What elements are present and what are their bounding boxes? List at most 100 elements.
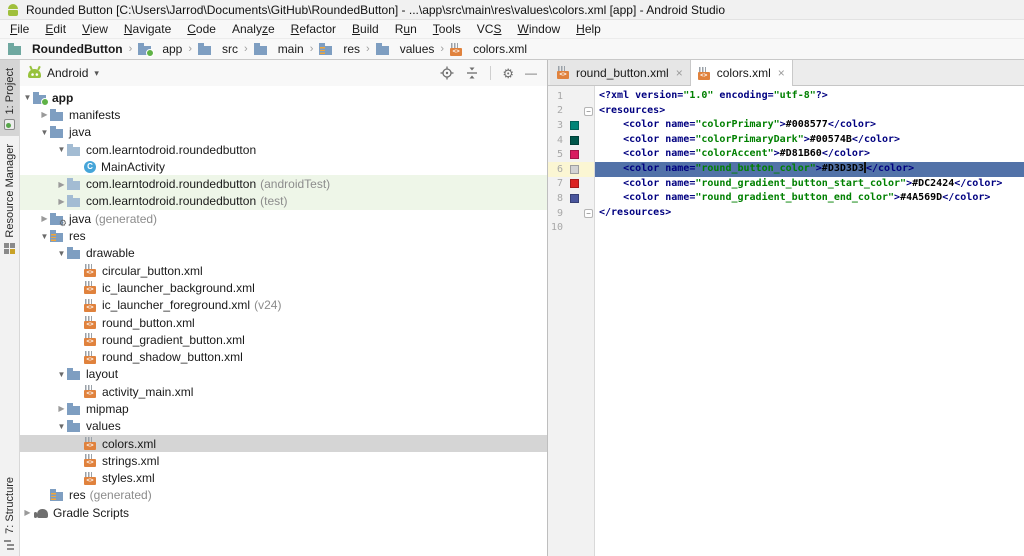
breadcrumb-item-res[interactable]: res <box>319 42 360 56</box>
code-line-10[interactable] <box>599 220 1024 235</box>
generated-folder-icon <box>50 213 64 225</box>
menu-item-view[interactable]: View <box>74 22 116 36</box>
tree-row-com-learntodroid-roundedbutton[interactable]: ▼com.learntodroid.roundedbutton <box>20 141 547 158</box>
editor-tab-round-button-xml[interactable]: round_button.xml× <box>550 60 691 85</box>
stripe-tab-resource-manager[interactable]: Resource Manager <box>0 136 19 260</box>
tree-toggle-icon[interactable]: ▼ <box>22 93 33 102</box>
package-icon <box>67 144 81 156</box>
breadcrumb-label: app <box>162 42 182 56</box>
chevron-down-icon[interactable]: ▾ <box>94 68 99 79</box>
tree-toggle-icon[interactable]: ▶ <box>56 404 67 413</box>
tree-toggle-icon[interactable]: ▶ <box>56 180 67 189</box>
tree-row-ic-launcher-background-xml[interactable]: ic_launcher_background.xml <box>20 279 547 296</box>
tree-row-java[interactable]: ▼ java <box>20 124 547 141</box>
tree-toggle-icon[interactable]: ▼ <box>56 145 67 154</box>
close-icon[interactable]: × <box>778 67 785 79</box>
tree-row-manifests[interactable]: ▶manifests <box>20 106 547 123</box>
fold-marker-icon[interactable]: − <box>584 107 593 116</box>
code-line-3[interactable]: <color name="colorPrimary">#008577</colo… <box>599 118 1024 133</box>
menu-item-vcs[interactable]: VCS <box>469 22 510 36</box>
tree-toggle-icon[interactable]: ▼ <box>39 128 50 137</box>
menu-item-help[interactable]: Help <box>568 22 609 36</box>
menu-item-file[interactable]: File <box>2 22 37 36</box>
tree-row-app[interactable]: ▼app <box>20 89 547 106</box>
breadcrumb-item-src[interactable]: src <box>198 42 238 56</box>
package-icon <box>67 195 81 207</box>
tree-toggle-icon[interactable]: ▼ <box>56 370 67 379</box>
tree-toggle-icon[interactable]: ▼ <box>56 249 67 258</box>
code-line-6[interactable]: <color name="round_button_color">#D3D3D3… <box>595 162 1024 177</box>
stripe-tab-1-project[interactable]: 1: Project <box>0 60 19 136</box>
editor-tab-colors-xml[interactable]: colors.xml× <box>691 60 793 86</box>
tree-item-label: java <box>69 125 91 139</box>
menu-item-refactor[interactable]: Refactor <box>283 22 344 36</box>
hide-panel-icon[interactable]: — <box>525 67 537 80</box>
code-line-2[interactable]: <resources> <box>599 104 1024 119</box>
code-line-8[interactable]: <color name="round_gradient_button_end_c… <box>599 191 1024 206</box>
color-swatch[interactable] <box>570 194 579 203</box>
tree-row-activity-main-xml[interactable]: activity_main.xml <box>20 383 547 400</box>
tree-row-circular-button-xml[interactable]: circular_button.xml <box>20 262 547 279</box>
code-line-5[interactable]: <color name="colorAccent">#D81B60</color… <box>599 147 1024 162</box>
breadcrumb-item-colors-xml[interactable]: colors.xml <box>450 42 527 56</box>
tree-row-res[interactable]: ▼res <box>20 227 547 244</box>
locate-icon[interactable] <box>440 66 454 80</box>
line-number: 9 <box>548 208 563 219</box>
tree-row-com-learntodroid-roundedbutton-androidtest[interactable]: ▶com.learntodroid.roundedbutton(androidT… <box>20 175 547 192</box>
tree-row-res-generated[interactable]: res(generated) <box>20 487 547 504</box>
tree-row-round-button-xml[interactable]: round_button.xml <box>20 314 547 331</box>
menu-item-tools[interactable]: Tools <box>425 22 469 36</box>
tree-row-round-shadow-button-xml[interactable]: round_shadow_button.xml <box>20 348 547 365</box>
menu-item-navigate[interactable]: Navigate <box>116 22 179 36</box>
tree-row-drawable[interactable]: ▼ drawable <box>20 245 547 262</box>
tree-row-gradle-scripts[interactable]: ▶Gradle Scripts <box>20 504 547 521</box>
color-swatch[interactable] <box>570 150 579 159</box>
tree-row-layout[interactable]: ▼layout <box>20 366 547 383</box>
tree-toggle-icon[interactable]: ▼ <box>56 422 67 431</box>
code-line-9[interactable]: </resources> <box>599 206 1024 221</box>
fold-marker-icon[interactable]: − <box>584 209 593 218</box>
tree-row-round-gradient-button-xml[interactable]: round_gradient_button.xml <box>20 331 547 348</box>
stripe-tab-7-structure[interactable]: 7: Structure <box>0 469 19 556</box>
project-view-selector[interactable]: Android <box>47 66 88 80</box>
code-line-1[interactable]: <?xml version="1.0" encoding="utf-8"?> <box>599 89 1024 104</box>
menu-item-run[interactable]: Run <box>387 22 425 36</box>
color-swatch[interactable] <box>570 136 579 145</box>
breadcrumb-item-app[interactable]: app <box>138 42 182 56</box>
breadcrumb-item-main[interactable]: main <box>254 42 304 56</box>
menu-item-window[interactable]: Window <box>509 22 568 36</box>
close-icon[interactable]: × <box>676 67 683 79</box>
tree-toggle-icon[interactable]: ▶ <box>39 214 50 223</box>
color-swatch[interactable] <box>570 121 579 130</box>
folder-icon <box>67 403 81 415</box>
tree-row-mainactivity[interactable]: MainActivity <box>20 158 547 175</box>
code-line-7[interactable]: <color name="round_gradient_button_start… <box>599 177 1024 192</box>
menu-item-build[interactable]: Build <box>344 22 387 36</box>
tree-row-com-learntodroid-roundedbutton-test[interactable]: ▶com.learntodroid.roundedbutton(test) <box>20 193 547 210</box>
tree-row-mipmap[interactable]: ▶mipmap <box>20 400 547 417</box>
tree-row-styles-xml[interactable]: styles.xml <box>20 470 547 487</box>
tree-toggle-icon[interactable]: ▶ <box>22 508 33 517</box>
tree-row-strings-xml[interactable]: strings.xml <box>20 452 547 469</box>
code-line-4[interactable]: <color name="colorPrimaryDark">#00574B</… <box>599 133 1024 148</box>
breadcrumb-item-roundedbutton[interactable]: RoundedButton <box>8 42 123 56</box>
line-number: 7 <box>548 178 563 189</box>
tree-row-values[interactable]: ▼values <box>20 418 547 435</box>
menu-item-edit[interactable]: Edit <box>37 22 74 36</box>
tree-toggle-icon[interactable]: ▶ <box>39 110 50 119</box>
color-swatch[interactable] <box>570 179 579 188</box>
tree-row-ic-launcher-foreground-xml-v24[interactable]: ic_launcher_foreground.xml(v24) <box>20 297 547 314</box>
tree-toggle-icon[interactable]: ▶ <box>56 197 67 206</box>
code-segment: "colorPrimary" <box>695 119 779 130</box>
settings-gear-icon[interactable]: ⚙ <box>502 67 514 80</box>
code-area[interactable]: <?xml version="1.0" encoding="utf-8"?><r… <box>595 86 1024 556</box>
tree-row-colors-xml[interactable]: colors.xml <box>20 435 547 452</box>
tree-toggle-icon[interactable]: ▼ <box>39 232 50 241</box>
menu-item-code[interactable]: Code <box>179 22 224 36</box>
menu-item-analyze[interactable]: Analyze <box>224 22 283 36</box>
color-swatch[interactable] <box>570 165 579 174</box>
collapse-all-icon[interactable] <box>465 66 479 80</box>
tree-row-java-generated[interactable]: ▶java(generated) <box>20 210 547 227</box>
tree-item-label: drawable <box>86 246 135 260</box>
breadcrumb-item-values[interactable]: values <box>376 42 435 56</box>
